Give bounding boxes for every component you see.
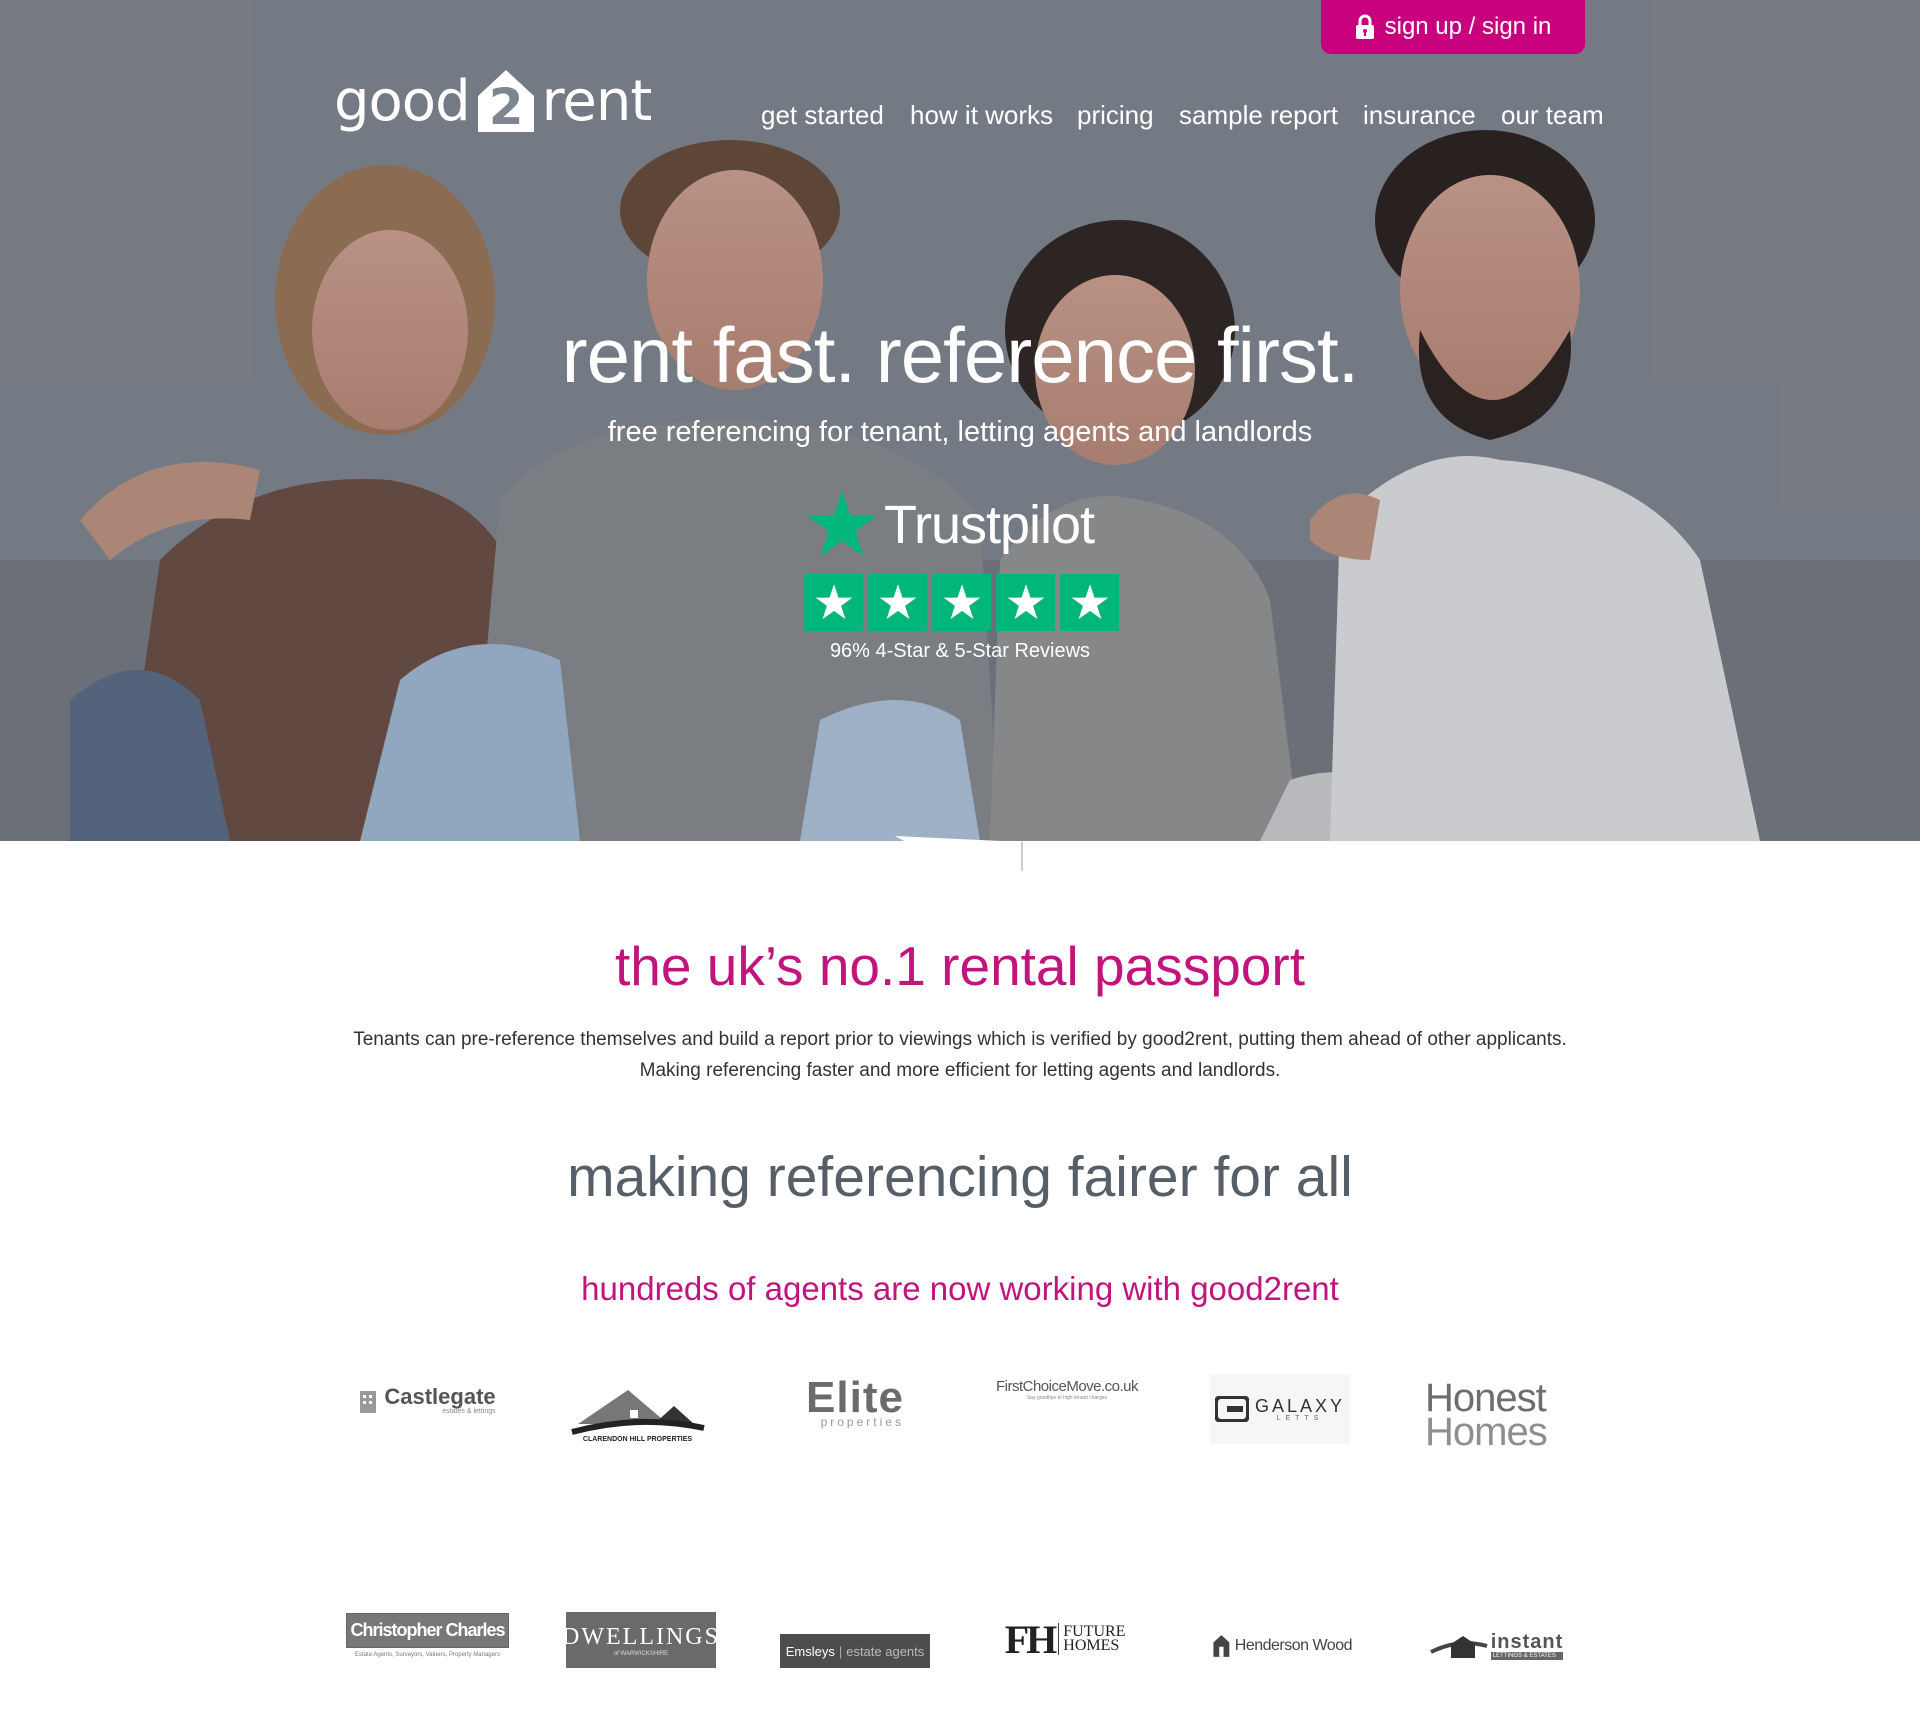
firstchoice-name: FirstChoiceMove.co.uk [995,1377,1139,1395]
agent-logo-galaxy-letts: GALAXY LETTS [1210,1374,1350,1444]
trustpilot-wordmark: Trustpilot [884,495,1095,555]
rating-star-icon [804,574,863,631]
elite-sub: properties [820,1415,904,1430]
future-homes-name: FUTURE HOMES [1063,1622,1126,1654]
agent-logo-henderson-wood: Henderson Wood [1212,1628,1353,1664]
hero-banner: sign up / sign in good 2 rent get starte… [0,0,1920,841]
agent-logo-dwellings: DWELLINGS of WARWICKSHIRE [562,1612,718,1668]
castlegate-sub: estates & lettings [442,1407,496,1415]
instant-house-icon [1429,1636,1488,1658]
trustpilot-star-icon [807,490,877,557]
christopher-charles-name: Christopher Charles [347,1613,508,1647]
agent-logo-castlegate: Castlegate estates & lettings [352,1378,502,1422]
rating-star-icon [1060,574,1119,631]
agents-heading: hundreds of agents are now working with … [581,1270,1339,1307]
nav-how-it-works[interactable]: how it works [910,100,1053,131]
henderson-house-icon [1213,1635,1230,1657]
agent-logo-instant: instant LETTINGS & ESTATES [1424,1628,1568,1664]
building-icon [360,1391,377,1413]
dwellings-name: DWELLINGS [562,1623,720,1650]
clarendon-name: CLARENDON HILL PROPERTIES [582,1435,693,1443]
passport-description: Tenants can pre-reference themselves and… [0,1024,1920,1086]
galaxy-g-icon [1214,1396,1249,1422]
sign-in-label: sign up / sign in [1384,13,1552,40]
instant-name: instant [1490,1631,1564,1653]
agent-logo-honest-homes: Honest Homes [1425,1378,1565,1454]
castlegate-name: Castlegate [384,1383,496,1409]
section-divider-arrow [895,836,1023,876]
hero-subheadline: free referencing for tenant, letting age… [607,416,1313,448]
nav-get-started[interactable]: get started [761,100,884,131]
future-homes-mark: FH [1004,1616,1058,1662]
christopher-charles-sub: Estate Agents, Surveyors, Valuers, Prope… [355,1651,500,1658]
trustpilot-caption: 96% 4-Star & 5-Star Reviews [829,640,1091,662]
emsleys-name: Emsleys [785,1643,835,1659]
agent-logo-firstchoicemove: FirstChoiceMove.co.uk Say goodbye to hig… [994,1374,1140,1404]
trustpilot-rating [804,574,1119,631]
trustpilot-logo[interactable]: Trustpilot [806,489,1095,561]
nav-insurance[interactable]: insurance [1363,100,1476,131]
emsleys-sub: estate agents [846,1643,925,1659]
lock-icon [1355,14,1374,39]
hero-headline: rent fast. reference first. [561,311,1360,399]
galaxy-name: GALAXY [1254,1395,1346,1416]
rating-star-icon [868,574,927,631]
main-nav: get started how it works pricing sample … [0,100,1920,140]
passport-line-2: Making referencing faster and more effic… [639,1060,1281,1081]
passport-heading: the uk’s no.1 rental passport [615,935,1305,997]
firstchoice-sub: Say goodbye to high tenant charges [1026,1394,1108,1401]
dwellings-sub: of WARWICKSHIRE [613,1650,669,1657]
agent-logo-clarendon-hill: CLARENDON HILL PROPERTIES [565,1380,710,1446]
instant-sub: LETTINGS & ESTATES [1490,1652,1564,1660]
galaxy-sub: LETTS [1276,1414,1324,1422]
nav-pricing[interactable]: pricing [1077,100,1154,131]
agent-logo-future-homes: FH FUTURE HOMES [1002,1616,1138,1662]
fairer-heading: making referencing fairer for all [567,1145,1353,1209]
rating-star-icon [932,574,991,631]
passport-line-1: Tenants can pre-reference themselves and… [353,1029,1567,1050]
agent-logo-elite: Elite properties [790,1372,920,1430]
rating-star-icon [996,574,1055,631]
nav-our-team[interactable]: our team [1501,100,1604,131]
honest-sub: Homes [1425,1410,1548,1454]
agent-logo-christopher-charles: Christopher Charles Estate Agents, Surve… [346,1602,509,1668]
elite-name: Elite [806,1372,904,1422]
house-roof-icon [570,1389,705,1435]
nav-sample-report[interactable]: sample report [1179,100,1338,131]
agent-logo-emsleys: Emsleys | estate agents [780,1634,930,1668]
sign-in-button[interactable]: sign up / sign in [1321,0,1585,54]
henderson-wood-name: Henderson Wood [1234,1637,1353,1654]
